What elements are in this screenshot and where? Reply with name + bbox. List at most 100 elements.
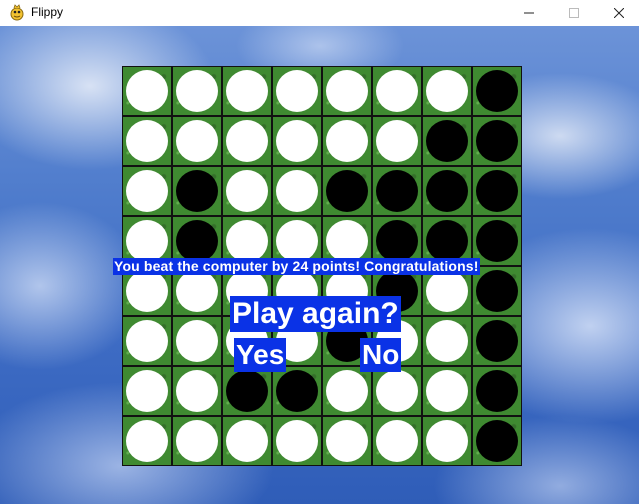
board-cell[interactable] — [372, 66, 422, 116]
black-tile — [176, 170, 218, 212]
black-tile — [326, 170, 368, 212]
result-message: You beat the computer by 24 points! Cong… — [113, 258, 480, 275]
white-tile — [126, 170, 168, 212]
white-tile — [126, 70, 168, 112]
black-tile — [476, 220, 518, 262]
board-cell[interactable] — [372, 116, 422, 166]
board-cell[interactable] — [172, 416, 222, 466]
black-tile — [476, 120, 518, 162]
black-tile — [276, 370, 318, 412]
board-cell[interactable] — [472, 166, 522, 216]
board-cell[interactable] — [372, 416, 422, 466]
white-tile — [226, 70, 268, 112]
white-tile — [276, 70, 318, 112]
white-tile — [276, 220, 318, 262]
white-tile — [226, 220, 268, 262]
white-tile — [326, 70, 368, 112]
board-cell[interactable] — [372, 366, 422, 416]
board-cell[interactable] — [222, 166, 272, 216]
board-cell[interactable] — [472, 316, 522, 366]
play-again-prompt: Play again? — [230, 296, 401, 332]
board-cell[interactable] — [172, 316, 222, 366]
board-cell[interactable] — [272, 116, 322, 166]
board-cell[interactable] — [422, 366, 472, 416]
minimize-button[interactable] — [506, 0, 552, 26]
board-cell[interactable] — [322, 416, 372, 466]
board-cell[interactable] — [272, 66, 322, 116]
white-tile — [276, 420, 318, 462]
board-cell[interactable] — [472, 416, 522, 466]
board-cell[interactable] — [122, 166, 172, 216]
white-tile — [176, 320, 218, 362]
white-tile — [376, 370, 418, 412]
white-tile — [226, 170, 268, 212]
maximize-button[interactable] — [551, 0, 597, 26]
board-cell[interactable] — [422, 166, 472, 216]
black-tile — [476, 170, 518, 212]
board-cell[interactable] — [322, 166, 372, 216]
app-window: Flippy You beat the computer by 24 point… — [0, 0, 639, 504]
board-cell[interactable] — [122, 316, 172, 366]
black-tile — [426, 220, 468, 262]
title-bar[interactable]: Flippy — [0, 0, 639, 26]
black-tile — [226, 370, 268, 412]
board-cell[interactable] — [122, 366, 172, 416]
board-cell[interactable] — [172, 116, 222, 166]
white-tile — [326, 370, 368, 412]
board-cell[interactable] — [472, 66, 522, 116]
white-tile — [426, 420, 468, 462]
white-tile — [426, 370, 468, 412]
board-cell[interactable] — [222, 366, 272, 416]
minimize-icon — [524, 12, 534, 14]
white-tile — [126, 120, 168, 162]
white-tile — [126, 370, 168, 412]
close-icon — [614, 8, 624, 18]
white-tile — [176, 70, 218, 112]
yes-button[interactable]: Yes — [234, 338, 287, 372]
black-tile — [476, 420, 518, 462]
black-tile — [476, 70, 518, 112]
black-tile — [426, 120, 468, 162]
board-cell[interactable] — [472, 116, 522, 166]
board-cell[interactable] — [322, 66, 372, 116]
white-tile — [226, 420, 268, 462]
white-tile — [176, 370, 218, 412]
board-cell[interactable] — [322, 366, 372, 416]
board-cell[interactable] — [272, 366, 322, 416]
board-cell[interactable] — [422, 66, 472, 116]
board-cell[interactable] — [122, 416, 172, 466]
window-title: Flippy — [31, 5, 64, 19]
board-cell[interactable] — [222, 416, 272, 466]
board-cell[interactable] — [222, 66, 272, 116]
black-tile — [376, 170, 418, 212]
black-tile — [426, 170, 468, 212]
white-tile — [176, 270, 218, 312]
pygame-snake-icon — [10, 4, 24, 21]
board-cell[interactable] — [172, 366, 222, 416]
white-tile — [126, 270, 168, 312]
board-cell[interactable] — [122, 66, 172, 116]
board-cell[interactable] — [372, 166, 422, 216]
white-tile — [376, 120, 418, 162]
white-tile — [326, 120, 368, 162]
board-cell[interactable] — [422, 116, 472, 166]
board-cell[interactable] — [322, 116, 372, 166]
white-tile — [376, 70, 418, 112]
board-cell[interactable] — [272, 416, 322, 466]
black-tile — [376, 220, 418, 262]
white-tile — [326, 220, 368, 262]
white-tile — [176, 420, 218, 462]
board-cell[interactable] — [422, 316, 472, 366]
board-cell[interactable] — [122, 116, 172, 166]
white-tile — [126, 420, 168, 462]
no-button[interactable]: No — [360, 338, 402, 372]
board-cell[interactable] — [422, 416, 472, 466]
close-button[interactable] — [596, 0, 639, 26]
white-tile — [226, 120, 268, 162]
board-cell[interactable] — [172, 166, 222, 216]
board-cell[interactable] — [172, 66, 222, 116]
board-cell[interactable] — [472, 366, 522, 416]
black-tile — [476, 370, 518, 412]
board-cell[interactable] — [272, 166, 322, 216]
board-cell[interactable] — [222, 116, 272, 166]
